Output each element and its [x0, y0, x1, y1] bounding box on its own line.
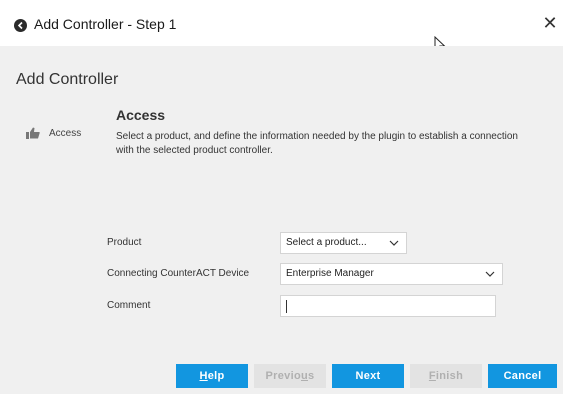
product-select-value: Select a product...	[286, 237, 367, 248]
dialog-body: Add Controller Access Access Select a pr…	[0, 46, 563, 394]
chevron-down-icon	[389, 240, 399, 246]
thumbs-up-icon	[26, 127, 40, 139]
device-label: Connecting CounterACT Device	[107, 268, 250, 279]
page-title: Add Controller	[16, 71, 119, 88]
previous-button[interactable]: Previous	[254, 364, 326, 388]
text-caret	[286, 300, 287, 313]
next-button[interactable]: Next	[332, 364, 404, 388]
step-nav-item-access[interactable]: Access	[26, 127, 81, 139]
product-label: Product	[107, 237, 142, 248]
comment-input[interactable]	[280, 295, 496, 317]
chevron-down-icon	[485, 271, 495, 277]
device-select[interactable]: Enterprise Manager	[280, 263, 503, 285]
finish-button[interactable]: Finish	[410, 364, 482, 388]
product-select[interactable]: Select a product...	[280, 232, 407, 254]
section-description: Select a product, and define the informa…	[116, 131, 518, 156]
cancel-button[interactable]: Cancel	[488, 364, 557, 388]
window-title: Add Controller - Step 1	[34, 16, 177, 32]
step-label: Access	[49, 127, 82, 139]
device-select-value: Enterprise Manager	[286, 268, 374, 279]
section-title: Access	[116, 107, 166, 123]
title-bar: Add Controller - Step 1 ✕	[0, 0, 563, 54]
comment-label: Comment	[107, 300, 151, 311]
close-button[interactable]: ✕	[540, 12, 560, 34]
help-button[interactable]: Help	[176, 364, 248, 388]
app-logo-icon	[14, 19, 27, 32]
